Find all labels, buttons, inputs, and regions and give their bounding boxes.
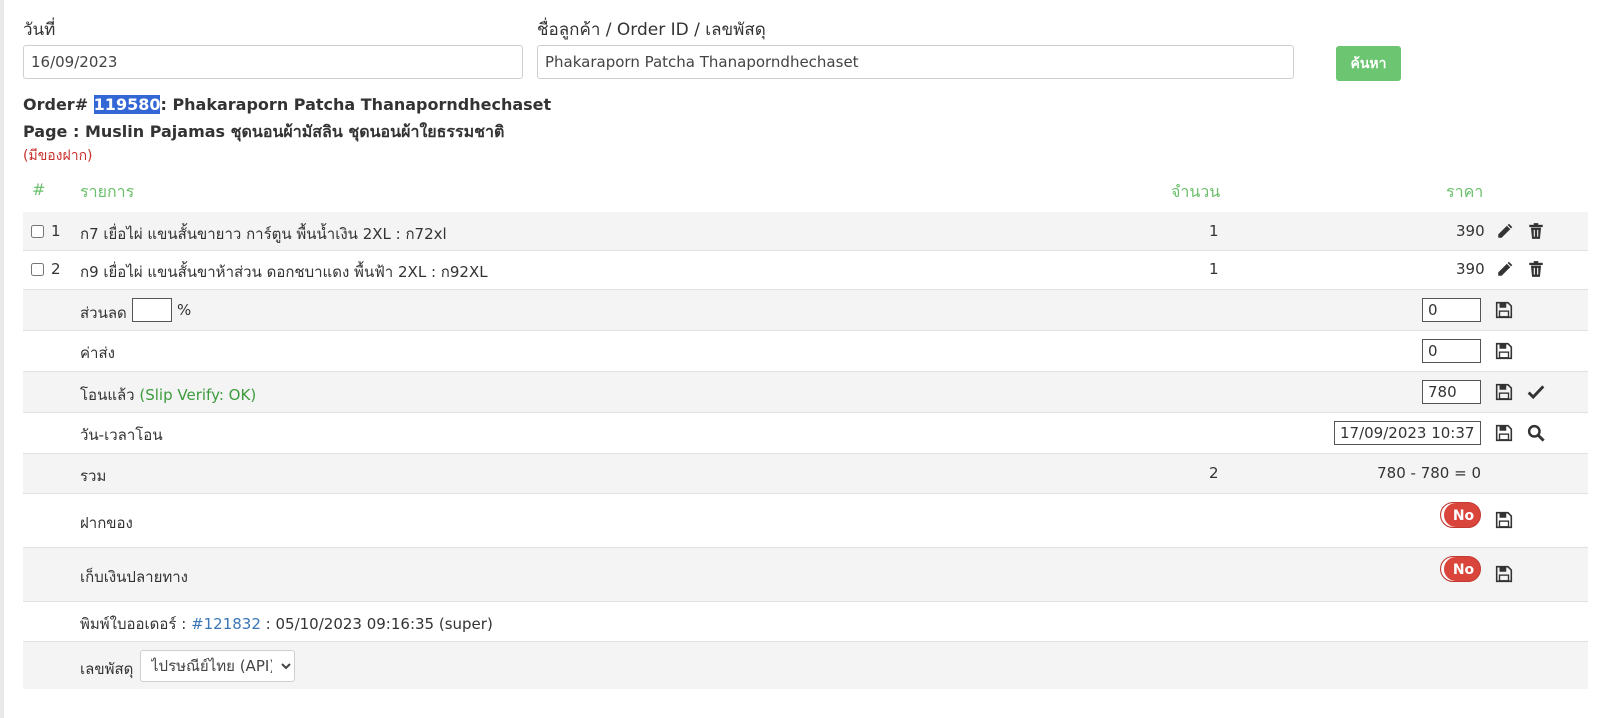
transfer-time-row: วัน-เวลาโอน (23, 413, 1588, 454)
item-qty: 1 (1209, 222, 1219, 240)
left-edge-divider (0, 0, 4, 718)
order-customer: : Phakaraporn Patcha Thanaporndhechaset (160, 95, 552, 114)
printed-order-label: พิมพ์ใบออเดอร์ : (80, 615, 192, 633)
tracking-row: เลขพัสดุ ไปรษณีย์ไทย (API) (23, 642, 1588, 689)
deposit-toggle[interactable]: No (1440, 502, 1481, 528)
slip-verify-status: (Slip Verify: OK) (139, 386, 257, 404)
paid-label-text: โอนแล้ว (80, 386, 135, 404)
item-index: 2 (51, 260, 61, 278)
total-row: รวม 2 780 - 780 = 0 (23, 454, 1588, 494)
trash-icon[interactable] (1527, 222, 1545, 240)
total-label: รวม (80, 467, 107, 485)
item-checkbox[interactable] (31, 263, 44, 276)
table-row: 1 ก7 เยื่อไผ่ แขนสั้นขายาว การ์ตูน พื้นน… (23, 212, 1588, 251)
header-index: # (32, 180, 46, 199)
floppy-disk-icon[interactable] (1495, 424, 1513, 442)
header-item: รายการ (80, 182, 135, 201)
floppy-disk-icon[interactable] (1495, 342, 1513, 360)
order-page-name: Page : Muslin Pajamas ชุดนอนผ้ามัสลิน ชุ… (23, 122, 505, 141)
total-formula: 780 - 780 = 0 (1377, 464, 1481, 482)
printed-order-row: พิมพ์ใบออเดอร์ : #121832 : 05/10/2023 09… (23, 602, 1588, 642)
cod-row: เก็บเงินปลายทาง No (23, 548, 1588, 602)
floppy-disk-icon[interactable] (1495, 383, 1513, 401)
table-row: 2 ก9 เยื่อไผ่ แขนสั้นขาห้าส่วน ดอกชบาแดง… (23, 251, 1588, 290)
printed-order-info: พิมพ์ใบออเดอร์ : #121832 : 05/10/2023 09… (80, 612, 493, 636)
pencil-icon[interactable] (1496, 260, 1514, 278)
trash-icon[interactable] (1527, 260, 1545, 278)
shipping-input[interactable] (1422, 339, 1481, 363)
transfer-time-label: วัน-เวลาโอน (80, 426, 163, 444)
item-name: ก9 เยื่อไผ่ แขนสั้นขาห้าส่วน ดอกชบาแดง พ… (80, 263, 488, 281)
discount-amount-input[interactable] (1422, 298, 1481, 322)
discount-row: ส่วนลด % (23, 290, 1588, 331)
header-qty: จำนวน (1171, 182, 1221, 201)
paid-row: โอนแล้ว (Slip Verify: OK) (23, 372, 1588, 413)
cod-toggle[interactable]: No (1440, 556, 1481, 582)
item-name: ก7 เยื่อไผ่ แขนสั้นขายาว การ์ตูน พื้นน้ำ… (80, 225, 447, 243)
transfer-time-input[interactable] (1334, 421, 1481, 445)
deposit-label: ฝากของ (80, 514, 133, 532)
tracking-carrier-select[interactable]: ไปรษณีย์ไทย (API) (140, 650, 295, 682)
customer-search-label: ชื่อลูกค้า / Order ID / เลขพัสดุ (537, 20, 766, 40)
date-label: วันที่ (23, 20, 56, 40)
percent-sign: % (177, 301, 192, 319)
item-price: 390 (1456, 222, 1485, 240)
paid-amount-input[interactable] (1422, 380, 1481, 404)
floppy-disk-icon[interactable] (1495, 511, 1513, 529)
order-title: Order# 119580: Phakaraporn Patcha Thanap… (23, 95, 551, 114)
cod-label: เก็บเงินปลายทาง (80, 568, 188, 586)
order-id: 119580 (93, 95, 161, 114)
check-icon[interactable] (1527, 383, 1545, 401)
floppy-disk-icon[interactable] (1495, 301, 1513, 319)
discount-percent-input[interactable] (132, 298, 172, 322)
search-button[interactable]: ค้นหา (1336, 46, 1401, 81)
paid-label: โอนแล้ว (Slip Verify: OK) (80, 383, 256, 407)
deposit-row: ฝากของ No (23, 494, 1588, 548)
magnifier-icon[interactable] (1527, 424, 1545, 442)
item-checkbox[interactable] (31, 225, 44, 238)
shipping-label: ค่าส่ง (80, 344, 115, 362)
order-note: (มีของฝาก) (23, 148, 93, 164)
shipping-row: ค่าส่ง (23, 331, 1588, 372)
total-qty: 2 (1209, 464, 1219, 482)
floppy-disk-icon[interactable] (1495, 565, 1513, 583)
table-header: # รายการ จำนวน ราคา (23, 172, 1588, 216)
order-prefix: Order# (23, 95, 94, 114)
tracking-label: เลขพัสดุ (80, 660, 134, 678)
pencil-icon[interactable] (1496, 222, 1514, 240)
item-qty: 1 (1209, 260, 1219, 278)
date-input[interactable] (23, 45, 523, 79)
customer-search-input[interactable] (537, 45, 1294, 79)
discount-label: ส่วนลด (80, 304, 127, 322)
item-price: 390 (1456, 260, 1485, 278)
printed-order-link[interactable]: #121832 (191, 615, 261, 633)
printed-order-details: : 05/10/2023 09:16:35 (super) (260, 615, 493, 633)
header-price: ราคา (1446, 182, 1484, 201)
item-index: 1 (51, 222, 61, 240)
